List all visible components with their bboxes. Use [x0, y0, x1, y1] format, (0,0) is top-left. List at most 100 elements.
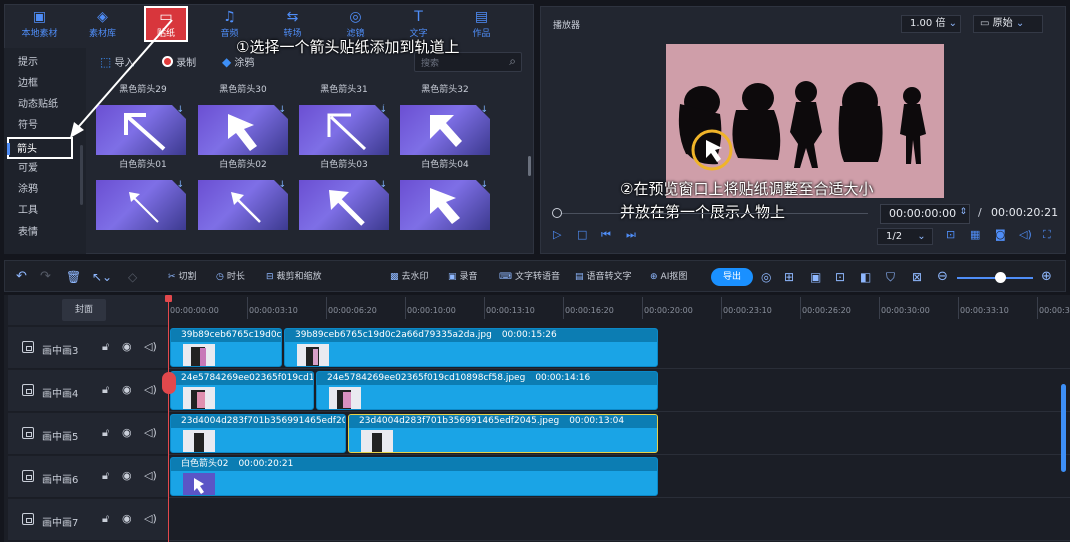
cover-button[interactable]: 封面	[62, 299, 106, 321]
pointer-icon[interactable]: ↖⌄	[92, 264, 112, 290]
speaker-icon[interactable]: ◁)	[144, 512, 157, 525]
cut-button[interactable]: ✂ 切割	[168, 264, 197, 290]
annotation-step-2: ②在预览窗口上将贴纸调整至合适大小	[620, 180, 874, 198]
track-header: 画中画5 🔓︎ ◉ ◁)	[8, 413, 168, 455]
mic-icon: ▣	[448, 272, 457, 282]
chevron-down-icon: ⌄	[948, 18, 958, 29]
mark-icon[interactable]: ◧	[860, 264, 871, 290]
sticker-thumb[interactable]: ↓	[299, 105, 389, 155]
export-button[interactable]: 导出	[711, 268, 753, 286]
preview-canvas[interactable]	[666, 44, 944, 198]
tts-button[interactable]: ⌨ 文字转语音	[499, 264, 560, 290]
ratio-select[interactable]: ▭ 原始 ⌄	[973, 15, 1043, 33]
timeline-clip[interactable]: 39b89ceb6765c19d0c2a66d79335a2da.jpg 00:0…	[284, 328, 658, 367]
grid-icon[interactable]: ▦	[970, 228, 980, 241]
watermark-button[interactable]: ▩ 去水印	[390, 264, 429, 290]
playhead-handle[interactable]	[165, 295, 172, 302]
next-frame-icon[interactable]: ⏭	[626, 228, 636, 242]
total-time: 00:00:20:21	[991, 206, 1059, 219]
duration-button[interactable]: ◷ 时长	[216, 264, 245, 290]
lock-icon[interactable]: 🔓︎	[102, 340, 109, 354]
playhead-line[interactable]	[168, 297, 169, 542]
split-icon[interactable]: ⊞	[784, 264, 794, 290]
speaker-icon[interactable]: ◁)	[144, 340, 157, 353]
time-ruler[interactable]: 00:00:00:00 00:00:03:10 00:00:06:20 00:00:1…	[168, 297, 1070, 323]
speed-select[interactable]: 1.00 倍 ⌄	[901, 15, 961, 33]
stop-icon[interactable]: □	[577, 228, 587, 241]
eye-icon[interactable]: ◉	[122, 426, 132, 439]
sticker-thumb[interactable]: ↓	[96, 180, 186, 230]
track-header: 画中画4 🔓︎ ◉ ◁)	[8, 370, 168, 412]
speaker-icon[interactable]: ◁)	[144, 426, 157, 439]
timeline-clip-sticker[interactable]: 白色箭头02 00:00:20:21	[170, 457, 658, 496]
timeline-scrollbar[interactable]	[1061, 384, 1066, 472]
zoom-in-icon[interactable]: ⊕	[1041, 264, 1052, 290]
eye-icon[interactable]: ◉	[122, 383, 132, 396]
progress-handle[interactable]	[552, 208, 562, 218]
progress-track[interactable]	[556, 213, 868, 214]
lock-icon[interactable]: 🔓︎	[102, 383, 109, 397]
sticker-thumb[interactable]: ↓	[299, 180, 389, 230]
timeline-clip[interactable]: 23d4004d283f701b356991465edf204	[170, 414, 346, 453]
fit-icon[interactable]: ⊡	[946, 228, 955, 241]
timeline-clip[interactable]: 39b89ceb6765c19d0c2	[170, 328, 282, 367]
fit-timeline-icon[interactable]: ⊡	[835, 264, 845, 290]
sticker-thumb[interactable]: ↓	[198, 105, 288, 155]
keyframe-icon[interactable]: ⊠	[912, 264, 922, 290]
record-audio-button[interactable]: ▣ 录音	[448, 264, 478, 290]
clip-thumbnail	[183, 344, 215, 366]
current-time-field[interactable]: 00:00:00:00 ⇕	[880, 204, 970, 224]
ruler-tick-label: 00:00:03:10	[249, 306, 298, 315]
category-scrollbar[interactable]	[80, 145, 83, 205]
magnet-icon[interactable]: ◇	[128, 264, 137, 290]
effects-icon[interactable]: ◎	[761, 264, 771, 290]
lock-icon[interactable]: 🔓︎	[102, 426, 109, 440]
category-item[interactable]: 表情	[8, 222, 74, 244]
track-lane[interactable]: 23d4004d283f701b356991465edf204 23d4004d…	[168, 413, 1070, 455]
sticker-scrollbar[interactable]	[528, 156, 531, 176]
time-stepper-icon[interactable]: ⇕	[959, 203, 967, 221]
ai-cutout-button[interactable]: ⊕ AI抠图	[650, 264, 687, 290]
zoom-select[interactable]: 1/2 ⌄	[877, 228, 933, 245]
crop-zoom-button[interactable]: ⊟ 裁剪和缩放	[266, 264, 322, 290]
play-icon[interactable]: ▷	[553, 228, 561, 241]
pip-icon	[22, 427, 34, 439]
track-lane[interactable]	[168, 499, 1070, 541]
category-item[interactable]: 可爱	[8, 158, 74, 180]
snapshot-icon[interactable]: ◙	[995, 228, 1006, 241]
sticker-thumb[interactable]: ↓	[198, 180, 288, 230]
music-icon: ♫	[223, 8, 236, 25]
sticker-label: 白色箭头01	[119, 160, 167, 170]
timeline-clip[interactable]: 24e5784269ee02365f019cd10	[170, 371, 314, 410]
speaker-icon[interactable]: ◁)	[144, 469, 157, 482]
track-lane[interactable]: 白色箭头02 00:00:20:21	[168, 456, 1070, 498]
lock-icon[interactable]: 🔓︎	[102, 512, 109, 526]
speaker-icon[interactable]: ◁)	[144, 383, 157, 396]
timeline-clip-selected[interactable]: 23d4004d283f701b356991465edf2045.jpeg 00:…	[348, 414, 658, 453]
eye-icon[interactable]: ◉	[122, 469, 132, 482]
zoom-slider-handle[interactable]	[995, 272, 1006, 283]
volume-icon[interactable]: ◁)	[1019, 228, 1032, 241]
fullscreen-icon[interactable]: ⛶	[1043, 228, 1051, 242]
zoom-out-icon[interactable]: ⊖	[937, 264, 948, 290]
track-lane[interactable]: 39b89ceb6765c19d0c2 39b89ceb6765c19d0c2a…	[168, 327, 1070, 369]
delete-icon[interactable]: 🗑	[66, 264, 81, 290]
layout-icon[interactable]: ▣	[810, 264, 821, 290]
eye-icon[interactable]: ◉	[122, 340, 132, 353]
timeline-clip[interactable]: 24e5784269ee02365f019cd10898cf58.jpeg 00:…	[316, 371, 658, 410]
sticker-thumb[interactable]: ↓	[400, 180, 490, 230]
eye-icon[interactable]: ◉	[122, 512, 132, 525]
pip-icon	[22, 513, 34, 525]
stt-button[interactable]: ▤ 语音转文字	[575, 264, 632, 290]
category-item[interactable]: 工具	[8, 200, 74, 222]
clip-thumbnail	[361, 430, 393, 452]
clip-thumbnail	[297, 344, 329, 366]
redo-icon[interactable]: ↷	[40, 264, 51, 290]
shield-icon[interactable]: ⛉	[886, 264, 895, 290]
lock-icon[interactable]: 🔓︎	[102, 469, 109, 483]
undo-icon[interactable]: ↶	[16, 264, 27, 290]
track-lane[interactable]: 24e5784269ee02365f019cd10 24e5784269ee02…	[168, 370, 1070, 412]
sticker-thumb[interactable]: ↓	[400, 105, 490, 155]
category-item[interactable]: 涂鸦	[8, 179, 74, 201]
prev-frame-icon[interactable]: ⏮	[601, 228, 611, 242]
